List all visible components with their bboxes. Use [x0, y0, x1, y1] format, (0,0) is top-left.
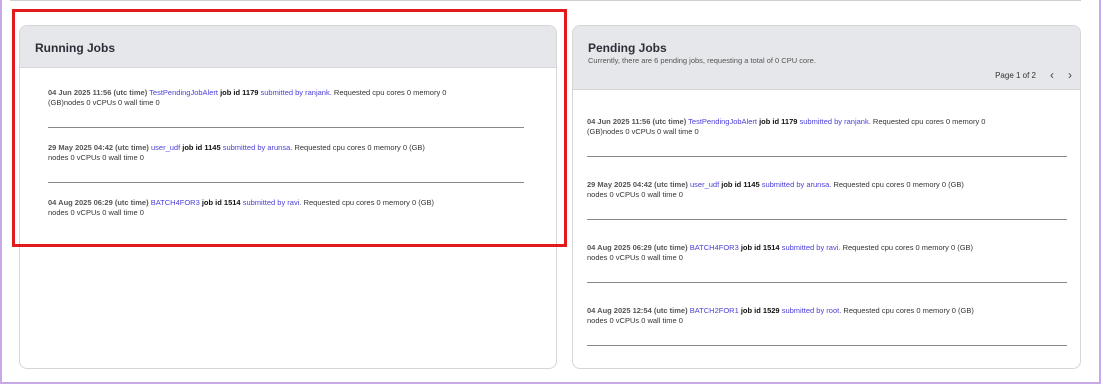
running-jobs-list: 04 Jun 2025 11:56 (utc time) TestPending…: [48, 88, 524, 218]
job-separator: [587, 345, 1067, 346]
job-id: job id 1179: [220, 88, 259, 97]
job-timestamp: 29 May 2025 04:42 (utc time): [587, 180, 688, 189]
pending-jobs-list: 04 Jun 2025 11:56 (utc time) TestPending…: [587, 117, 1067, 368]
job-separator: [587, 282, 1067, 283]
job-entry: 04 Jun 2025 11:56 (utc time) TestPending…: [587, 117, 1067, 137]
submitter-link[interactable]: submitted by ranjank.: [261, 88, 332, 97]
running-jobs-panel: Running Jobs 04 Jun 2025 11:56 (utc time…: [19, 25, 557, 369]
pending-jobs-title: Pending Jobs: [588, 41, 667, 55]
submitter-link[interactable]: submitted by root.: [782, 306, 842, 315]
job-resources: nodes 0 vCPUs 0 wall time 0: [587, 316, 683, 325]
job-resources: nodes 0 vCPUs 0 wall time 0: [587, 253, 683, 262]
job-id: job id 1145: [182, 143, 221, 152]
chevron-right-icon[interactable]: ›: [1068, 68, 1072, 82]
job-requested: Requested cpu cores 0 memory 0: [872, 117, 986, 126]
job-resources: (GB)nodes 0 vCPUs 0 wall time 0: [587, 127, 699, 136]
job-timestamp: 04 Aug 2025 06:29 (utc time): [587, 243, 688, 252]
job-name-link[interactable]: BATCH4FOR3: [151, 198, 200, 207]
job-requested: Requested cpu cores 0 memory 0 (GB): [842, 243, 974, 252]
job-timestamp: 04 Aug 2025 06:29 (utc time): [48, 198, 149, 207]
job-id: job id 1145: [721, 180, 760, 189]
job-requested: Requested cpu cores 0 memory 0 (GB): [294, 143, 425, 152]
job-separator: [48, 182, 524, 183]
running-jobs-header: Running Jobs: [20, 26, 556, 68]
job-separator: [587, 156, 1067, 157]
job-separator: [48, 127, 524, 128]
job-id: job id 1514: [740, 243, 780, 252]
job-resources: nodes 0 vCPUs 0 wall time 0: [48, 153, 144, 162]
job-name-link[interactable]: user_udf: [690, 180, 719, 189]
job-entry: 04 Aug 2025 06:29 (utc time) BATCH4FOR3 …: [48, 198, 524, 218]
job-resources: (GB)nodes 0 vCPUs 0 wall time 0: [48, 98, 160, 107]
pending-jobs-header: Pending Jobs Currently, there are 6 pend…: [573, 26, 1080, 90]
submitter-link[interactable]: submitted by ranjank.: [800, 117, 871, 126]
job-id: job id 1529: [740, 306, 780, 315]
submitter-link[interactable]: submitted by arunsa.: [762, 180, 832, 189]
job-entry: 29 May 2025 04:42 (utc time) user_udf jo…: [587, 180, 1067, 200]
job-timestamp: 04 Jun 2025 11:56 (utc time): [48, 88, 148, 97]
job-timestamp: 04 Jun 2025 11:56 (utc time): [587, 117, 687, 126]
job-separator: [587, 219, 1067, 220]
job-resources: nodes 0 vCPUs 0 wall time 0: [48, 208, 144, 217]
job-entry: 04 Aug 2025 12:54 (utc time) BATCH2FOR1 …: [587, 306, 1067, 326]
job-name-link[interactable]: TestPendingJobAlert: [149, 88, 218, 97]
running-jobs-title: Running Jobs: [35, 41, 115, 55]
top-divider: [10, 0, 1081, 1]
job-timestamp: 29 May 2025 04:42 (utc time): [48, 143, 149, 152]
submitter-link[interactable]: submitted by ravi.: [243, 198, 302, 207]
job-requested: Requested cpu cores 0 memory 0 (GB): [833, 180, 964, 189]
job-name-link[interactable]: user_udf: [151, 143, 180, 152]
submitter-link[interactable]: submitted by ravi.: [782, 243, 841, 252]
job-name-link[interactable]: TestPendingJobAlert: [688, 117, 757, 126]
submitter-link[interactable]: submitted by arunsa.: [223, 143, 293, 152]
page-indicator: Page 1 of 2: [995, 70, 1036, 80]
job-resources: nodes 0 vCPUs 0 wall time 0: [587, 190, 683, 199]
job-requested: Requested cpu cores 0 memory 0 (GB): [303, 198, 435, 207]
pending-jobs-summary: Currently, there are 6 pending jobs, req…: [588, 56, 816, 65]
job-name-link[interactable]: BATCH4FOR3: [690, 243, 739, 252]
job-requested: Requested cpu cores 0 memory 0: [333, 88, 447, 97]
job-timestamp: 04 Aug 2025 12:54 (utc time): [587, 306, 688, 315]
job-requested: Requested cpu cores 0 memory 0 (GB): [843, 306, 974, 315]
job-id: job id 1179: [759, 117, 798, 126]
job-id: job id 1514: [201, 198, 241, 207]
job-entry: 04 Aug 2025 06:29 (utc time) BATCH4FOR3 …: [587, 243, 1067, 263]
job-entry: 29 May 2025 04:42 (utc time) user_udf jo…: [48, 143, 524, 163]
job-name-link[interactable]: BATCH2FOR1: [690, 306, 739, 315]
job-entry: 04 Jun 2025 11:56 (utc time) TestPending…: [48, 88, 524, 108]
chevron-left-icon[interactable]: ‹: [1050, 68, 1054, 82]
pending-jobs-panel: Pending Jobs Currently, there are 6 pend…: [572, 25, 1081, 369]
pagination: Page 1 of 2 ‹ ›: [995, 68, 1072, 82]
